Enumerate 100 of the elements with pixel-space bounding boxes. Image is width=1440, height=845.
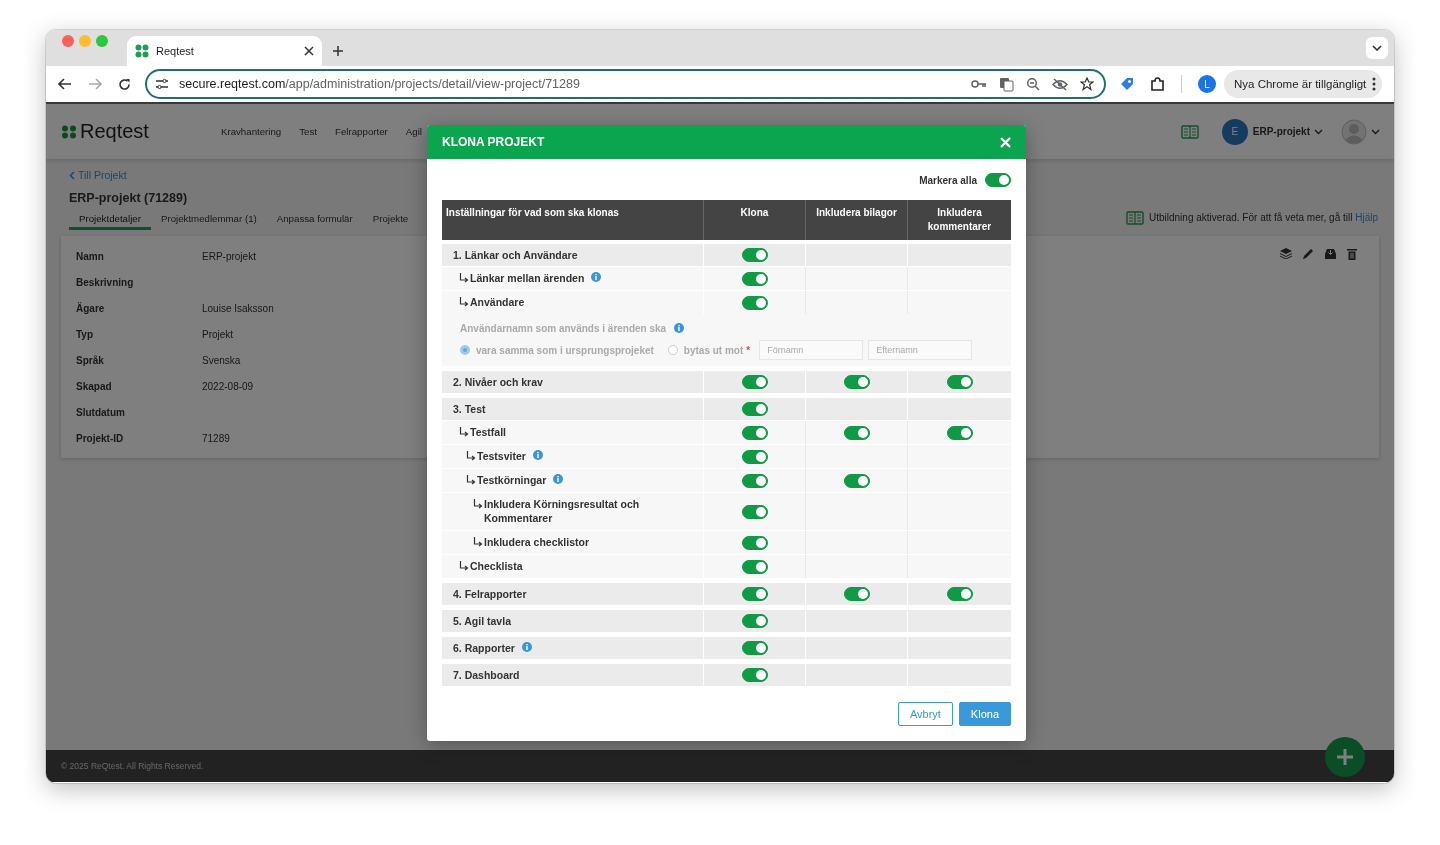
setting-label: Länkar mellan ärenden [470,271,585,285]
setting-label: Användare [470,295,525,309]
return-arrow-icon [459,561,469,571]
toggle-switch[interactable] [843,587,870,601]
url-text: secure.reqtest.com/app/administration/projects/detail/view-project/71289 [179,77,581,91]
option-prompt: Användarnamn som används i ärenden ska [460,322,667,334]
toggle-switch[interactable] [741,248,768,262]
new-tab-icon[interactable] [332,45,344,57]
toggle-switch[interactable] [741,614,768,628]
field-label: Slutdatum [76,407,126,418]
radio-label: vara samma som i ursprungsprojeket [476,344,654,356]
clover-logo-icon [61,124,77,139]
toggle-switch[interactable] [741,668,768,682]
toggle-switch[interactable] [741,449,768,464]
toggle-switch[interactable] [843,375,870,389]
reload-icon[interactable] [118,77,131,91]
training-notice: Utbildning aktiverad. För att få veta mer, gå till Hjälp [1149,212,1378,223]
trash-icon[interactable] [1347,247,1357,260]
clone-button[interactable]: Klona [958,702,1011,726]
toggle-switch[interactable] [946,375,973,389]
chevron-down-icon [1314,128,1323,135]
setting-label: 1. Länkar och Användare [453,248,578,262]
field-value: Louise Isaksson [202,303,274,314]
project-menu[interactable]: ERP-projekt [1252,126,1323,137]
setting-label: Inkludera checklistor [484,535,590,549]
user-avatar-icon [1341,118,1367,145]
table-header: Inställningar för vad som ska klonas Klona Inkludera bilagor Inkludera kommentarer [442,200,1011,240]
toggle-switch[interactable] [741,641,768,655]
page-tab[interactable]: Projekte [362,212,409,230]
setting-label: Inkludera Körningsresultat och Kommentarer [484,497,641,525]
setting-label: 3. Test [453,402,486,416]
return-arrow-icon [459,297,469,307]
modal-title: KLONA PROJEKT [442,135,545,149]
radio-label: bytas ut mot [683,344,744,356]
project-title: ERP-projekt (71289) [69,190,189,205]
toggle-switch[interactable] [741,375,768,389]
close-icon[interactable] [304,46,314,56]
field-value: ERP-projekt [202,251,257,262]
toggle-switch[interactable] [741,559,768,574]
key-icon[interactable] [971,79,987,89]
field-label: Projekt-ID [76,433,125,444]
setting-label: 6. Rapporter [453,641,515,655]
forward-icon[interactable] [88,78,102,90]
setting-label: 7. Dashboard [453,668,520,682]
close-window-button[interactable] [62,35,74,47]
back-icon[interactable] [58,78,72,90]
field-value: Projekt [202,329,235,340]
nav-link[interactable]: Agil [405,126,422,137]
nav-link[interactable]: Test [299,126,318,137]
setting-label: 5. Agil tavla [453,614,511,628]
setting-label: Testfall [470,425,506,439]
address-bar[interactable]: secure.reqtest.com/app/administration/projects/detail/view-project/71289 [145,69,1106,99]
project-avatar: E [1221,118,1248,145]
update-chrome-button[interactable]: Nya Chrome är tillgängligt [1224,70,1383,98]
profile-button[interactable]: L [1198,75,1216,93]
return-arrow-icon [473,499,483,509]
toggle-switch[interactable] [843,473,870,488]
logo-text: Reqtest [80,120,149,143]
toggle-switch[interactable] [985,173,1011,187]
browser-tab[interactable]: Reqtest [127,36,322,66]
pencil-icon[interactable] [1302,247,1314,260]
field-label: Språk [76,355,105,366]
toggle-switch[interactable] [741,535,768,550]
cancel-button[interactable]: Avbryt [897,702,953,726]
toggle-switch[interactable] [946,587,973,601]
chevron-down-icon [1372,45,1382,51]
layers-icon[interactable] [1280,247,1292,259]
setting-label: Testkörningar [477,473,547,487]
nav-link[interactable]: Felrapporter [335,126,388,137]
nav-link[interactable]: Kravhantering [220,126,282,137]
field-value: 71289 [202,433,231,444]
return-arrow-icon [466,475,476,485]
page-tab[interactable]: Projektmedlemmar (1) [150,212,267,230]
toggle-switch[interactable] [741,473,768,488]
return-arrow-icon [466,451,476,461]
inbox-download-icon[interactable] [1324,247,1337,260]
chevron-left-icon [69,170,75,180]
toggle-switch[interactable] [741,295,768,310]
page-tab[interactable]: Projektdetaljer [69,212,151,230]
return-arrow-icon [459,273,469,283]
help-link[interactable]: Hjälp [1355,212,1378,223]
toggle-switch[interactable] [843,425,870,440]
toggle-switch[interactable] [741,587,768,601]
toggle-switch[interactable] [741,504,768,519]
select-all-label: Markera alla [919,174,977,186]
toggle-switch[interactable] [741,402,768,416]
tag-icon[interactable] [1120,77,1134,91]
star-icon[interactable] [1080,77,1094,91]
setting-label: 4. Felrapporter [453,587,527,601]
back-link[interactable]: Till Projekt [69,169,127,181]
eye-off-icon[interactable] [1052,77,1068,91]
toggle-switch[interactable] [741,271,768,286]
toggle-switch[interactable] [741,425,768,440]
zoom-out-icon[interactable] [1026,77,1040,91]
tab-search-button[interactable] [1366,37,1388,59]
toggle-switch[interactable] [946,425,973,440]
training-book-icon [1180,124,1199,139]
required-mark: * [746,344,751,356]
setting-label: Testsviter [477,449,526,463]
page-tab[interactable]: Anpassa formulär [266,212,363,230]
